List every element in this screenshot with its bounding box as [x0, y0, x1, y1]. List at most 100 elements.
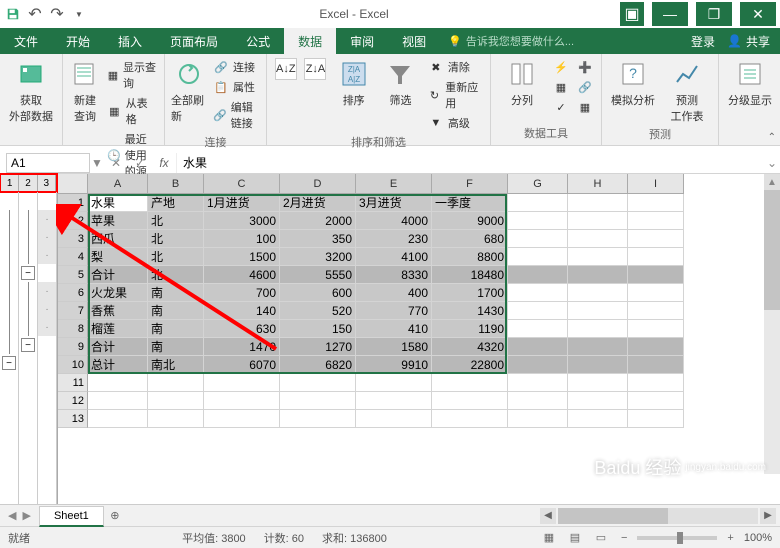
cell-E11[interactable] [356, 374, 432, 392]
new-query-button[interactable]: 新建 查询 [69, 58, 101, 124]
cell-I5[interactable] [628, 266, 684, 284]
col-header-H[interactable]: H [568, 174, 628, 194]
tab-review[interactable]: 审阅 [336, 28, 388, 54]
cell-H9[interactable] [568, 338, 628, 356]
cell-B8[interactable]: 南 [148, 320, 204, 338]
tab-file[interactable]: 文件 [0, 28, 52, 54]
cell-I2[interactable] [628, 212, 684, 230]
cell-I7[interactable] [628, 302, 684, 320]
edit-links-button[interactable]: 🔗编辑链接 [211, 98, 260, 132]
row-header-11[interactable]: 11 [58, 374, 88, 392]
cell-I1[interactable] [628, 194, 684, 212]
minimize-button[interactable]: — [652, 2, 688, 26]
cell-G1[interactable] [508, 194, 568, 212]
hscroll-track[interactable] [558, 508, 758, 524]
cell-G2[interactable] [508, 212, 568, 230]
hscroll-thumb[interactable] [558, 508, 668, 524]
select-all-corner[interactable] [58, 174, 88, 194]
row-header-10[interactable]: 10 [58, 356, 88, 374]
cell-H2[interactable] [568, 212, 628, 230]
cell-G5[interactable] [508, 266, 568, 284]
expand-formula-icon[interactable]: ⌄ [764, 156, 780, 170]
text-to-columns-button[interactable]: 分列 [497, 58, 547, 108]
cell-I8[interactable] [628, 320, 684, 338]
cell-B3[interactable]: 北 [148, 230, 204, 248]
cell-F1[interactable]: 一季度 [432, 194, 508, 212]
cell-I9[interactable] [628, 338, 684, 356]
cell-D10[interactable]: 6820 [280, 356, 356, 374]
cell-A1[interactable]: 水果 [88, 194, 148, 212]
cell-D8[interactable]: 150 [280, 320, 356, 338]
advanced-filter-button[interactable]: ▼高级 [426, 114, 484, 132]
cell-G12[interactable] [508, 392, 568, 410]
col-header-F[interactable]: F [432, 174, 508, 194]
redo-icon[interactable]: ↷ [48, 5, 66, 23]
properties-button[interactable]: 📋属性 [211, 78, 260, 96]
col-header-A[interactable]: A [88, 174, 148, 194]
sheet-tab-1[interactable]: Sheet1 [39, 506, 104, 527]
cell-B6[interactable]: 南 [148, 284, 204, 302]
cell-B5[interactable]: 北 [148, 266, 204, 284]
restore-button[interactable]: ❐ [696, 2, 732, 26]
cell-D13[interactable] [280, 410, 356, 428]
col-header-B[interactable]: B [148, 174, 204, 194]
outline-collapse-1[interactable]: − [21, 266, 35, 280]
cell-C4[interactable]: 1500 [204, 248, 280, 266]
cell-I10[interactable] [628, 356, 684, 374]
cell-E8[interactable]: 410 [356, 320, 432, 338]
cell-B13[interactable] [148, 410, 204, 428]
tell-me[interactable]: 💡告诉我您想要做什么... [440, 28, 691, 54]
cell-G8[interactable] [508, 320, 568, 338]
cell-F2[interactable]: 9000 [432, 212, 508, 230]
cell-H12[interactable] [568, 392, 628, 410]
show-queries-button[interactable]: ▦显示查询 [105, 58, 158, 92]
cell-B12[interactable] [148, 392, 204, 410]
cell-F5[interactable]: 18480 [432, 266, 508, 284]
cell-C12[interactable] [204, 392, 280, 410]
cell-D9[interactable]: 1270 [280, 338, 356, 356]
sort-az-button[interactable]: A↓Z [273, 58, 299, 80]
cell-C3[interactable]: 100 [204, 230, 280, 248]
cell-H1[interactable] [568, 194, 628, 212]
cell-H7[interactable] [568, 302, 628, 320]
outline-collapse-grand[interactable]: − [2, 356, 16, 370]
outline-button[interactable]: 分级显示 [725, 58, 775, 108]
scroll-up-icon[interactable]: ▲ [764, 174, 780, 190]
cell-F7[interactable]: 1430 [432, 302, 508, 320]
page-layout-icon[interactable]: ▤ [565, 530, 585, 546]
cell-D7[interactable]: 520 [280, 302, 356, 320]
row-header-6[interactable]: 6 [58, 284, 88, 302]
cell-G9[interactable] [508, 338, 568, 356]
zoom-in-button[interactable]: + [723, 532, 737, 544]
col-header-I[interactable]: I [628, 174, 684, 194]
data-model-button[interactable]: ▦ [575, 98, 595, 116]
forecast-sheet-button[interactable]: 预测 工作表 [662, 58, 712, 124]
cell-C1[interactable]: 1月进货 [204, 194, 280, 212]
cell-D1[interactable]: 2月进货 [280, 194, 356, 212]
vertical-scrollbar[interactable]: ▲ [764, 174, 780, 474]
cell-A8[interactable]: 榴莲 [88, 320, 148, 338]
cell-E4[interactable]: 4100 [356, 248, 432, 266]
cell-F9[interactable]: 4320 [432, 338, 508, 356]
undo-icon[interactable]: ↶ [26, 5, 44, 23]
tab-formulas[interactable]: 公式 [232, 28, 284, 54]
get-external-data-button[interactable]: 获取 外部数据 [6, 58, 56, 124]
cell-F6[interactable]: 1700 [432, 284, 508, 302]
sort-za-button[interactable]: Z↓A [303, 58, 329, 80]
cell-D6[interactable]: 600 [280, 284, 356, 302]
new-sheet-button[interactable]: ⊕ [104, 509, 126, 522]
cell-C5[interactable]: 4600 [204, 266, 280, 284]
zoom-level[interactable]: 100% [744, 532, 772, 544]
cell-C8[interactable]: 630 [204, 320, 280, 338]
cell-E6[interactable]: 400 [356, 284, 432, 302]
cell-E13[interactable] [356, 410, 432, 428]
cell-F11[interactable] [432, 374, 508, 392]
outline-level-3[interactable]: 3 [38, 175, 56, 191]
hscroll-left-icon[interactable]: ◀ [540, 508, 556, 524]
col-header-E[interactable]: E [356, 174, 432, 194]
cell-H11[interactable] [568, 374, 628, 392]
cell-A7[interactable]: 香蕉 [88, 302, 148, 320]
cell-D2[interactable]: 2000 [280, 212, 356, 230]
row-header-13[interactable]: 13 [58, 410, 88, 428]
cell-D11[interactable] [280, 374, 356, 392]
